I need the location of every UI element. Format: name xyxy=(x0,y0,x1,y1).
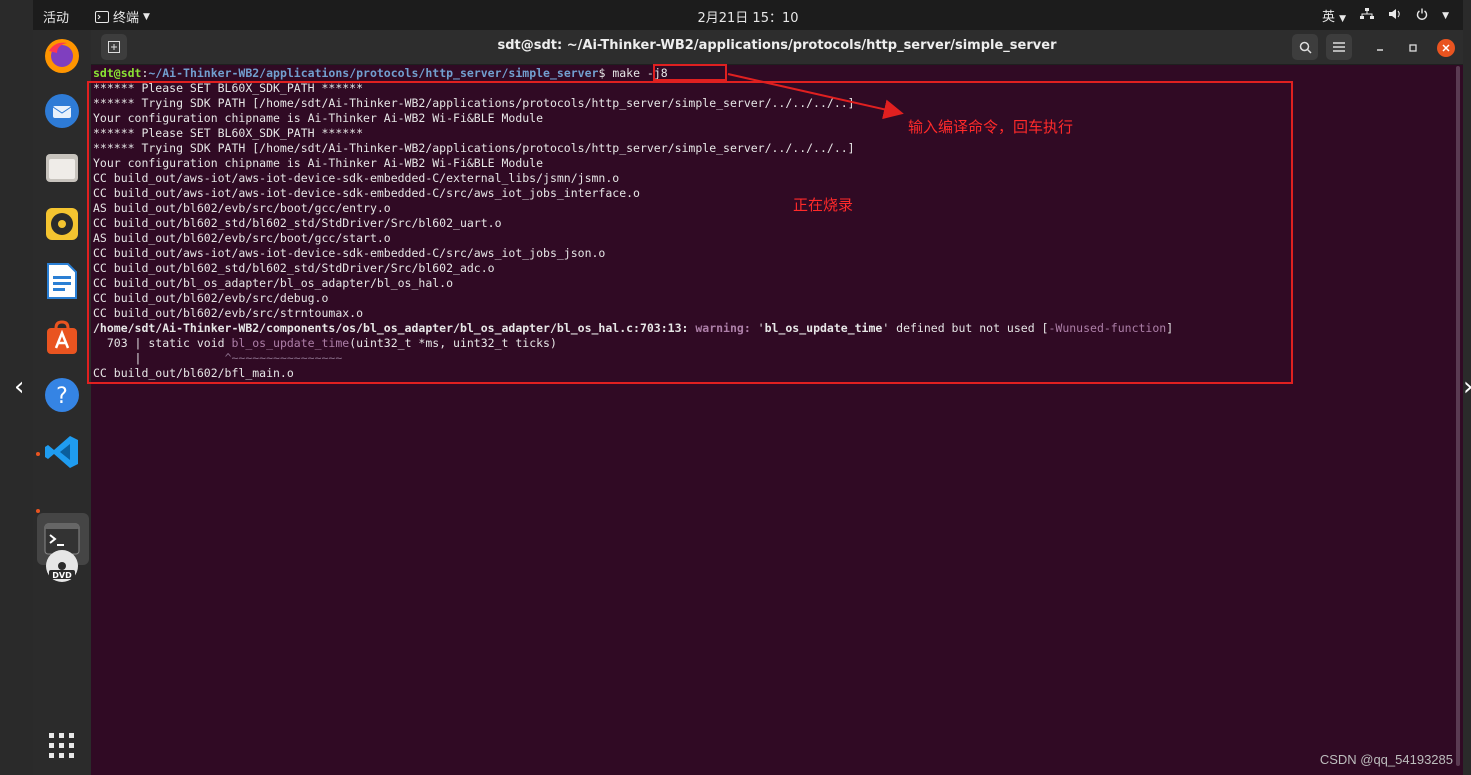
watermark: CSDN @qq_54193285 xyxy=(1319,752,1453,767)
previous-image-arrow[interactable]: ‹ xyxy=(14,372,24,402)
annotation-arrow xyxy=(727,73,904,120)
progress-annotation: 正在烧录 xyxy=(793,196,854,214)
screenshot-frame: 活动 终端 ▼ 2月21日 15：10 英 ▼ ▼ ? DVD sdt@sdt:… xyxy=(0,0,1471,775)
scrollbar[interactable] xyxy=(1455,66,1461,766)
command-annotation: 输入编译命令，回车执行 xyxy=(908,118,1074,136)
next-image-arrow[interactable]: › xyxy=(1463,372,1471,402)
